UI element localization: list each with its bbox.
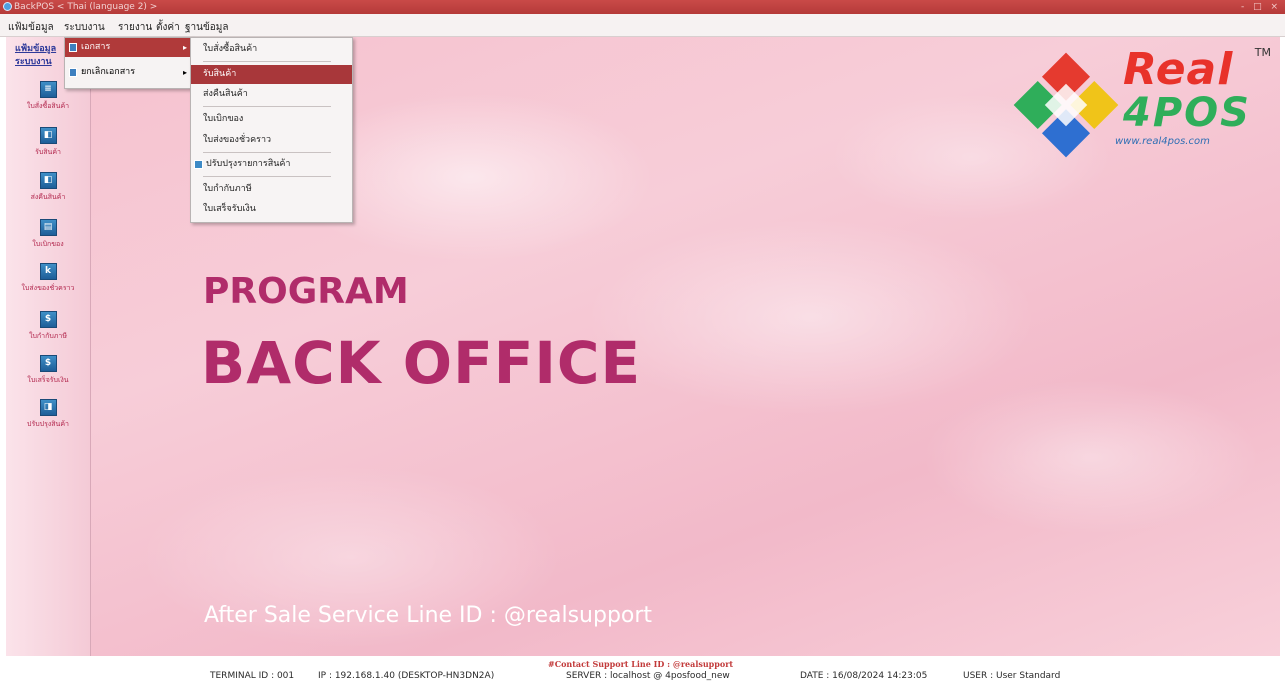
menu-item-cancel-documents[interactable]: ยกเลิกเอกสาร ▸ xyxy=(65,63,192,82)
contact-support-text: #Contact Support Line ID : @realsupport xyxy=(548,659,734,669)
chevron-right-icon: ▸ xyxy=(182,43,187,52)
menu-item-label: ใบส่งของชั่วคราว xyxy=(203,135,272,145)
status-bar: #Contact Support Line ID : @realsupport … xyxy=(0,656,1285,681)
adjust-stock-icon xyxy=(194,160,203,169)
requisition-icon: ▤ xyxy=(39,219,57,236)
service-line-text: After Sale Service Line ID : @realsuppor… xyxy=(204,603,653,628)
status-server: SERVER : localhost @ 4posfood_new xyxy=(566,671,730,681)
shortcut-requisition[interactable]: ▤ ใบเบิกของ xyxy=(6,219,90,261)
logo-text-4pos: 4POS xyxy=(1123,90,1251,136)
menu-item-tax-invoice[interactable]: ใบกำกับภาษี xyxy=(191,180,352,199)
status-user: USER : User Standard xyxy=(963,671,1061,681)
heading-program: PROGRAM xyxy=(203,271,409,312)
shortcut-label: ใบสั่งซื้อสินค้า xyxy=(26,102,70,110)
menu-item-documents[interactable]: เอกสาร ▸ xyxy=(65,38,192,57)
shortcut-label: ใบส่งของชั่วคราว xyxy=(21,284,75,292)
menu-separator xyxy=(203,152,331,153)
menu-separator xyxy=(203,61,331,62)
shortcut-tax-invoice[interactable]: $ ใบกำกับภาษี xyxy=(6,311,90,353)
menu-item-label: ยกเลิกเอกสาร xyxy=(81,67,136,77)
real4pos-logo: Real 4POS www.real4pos.com TM xyxy=(1011,42,1271,162)
shortcut-receipt[interactable]: $ ใบเสร็จรับเงิน xyxy=(6,355,90,397)
panel-header-file[interactable]: แฟ้มข้อมูล xyxy=(15,41,56,55)
menu-item-label: รับสินค้า xyxy=(203,69,237,79)
menu-item-label: ใบเบิกของ xyxy=(203,114,244,124)
menu-item-requisition[interactable]: ใบเบิกของ xyxy=(191,110,352,129)
menu-item-label: ใบกำกับภาษี xyxy=(203,184,252,194)
menu-item-return-goods[interactable]: ส่งคืนสินค้า xyxy=(191,85,352,104)
document-icon: ≡ xyxy=(39,81,57,98)
submenu-documents: ใบสั่งซื้อสินค้า รับสินค้า ส่งคืนสินค้า … xyxy=(190,37,353,223)
menu-bar: แฟ้มข้อมูล ระบบงาน รายงาน ตั้งค่า ฐานข้อ… xyxy=(0,14,1285,37)
menu-settings[interactable]: ตั้งค่า xyxy=(156,20,180,35)
menu-item-adjust-stock-list[interactable]: ปรับปรุงรายการสินค้า xyxy=(191,155,352,174)
menu-item-label: ปรับปรุงรายการสินค้า xyxy=(206,159,291,169)
status-terminal: TERMINAL ID : 001 xyxy=(210,671,295,681)
menu-separator xyxy=(203,106,331,107)
chevron-right-icon: ▸ xyxy=(182,68,187,77)
shortcut-panel: แฟ้มข้อมูล ระบบงาน ≡ ใบสั่งซื้อสินค้า ◧ … xyxy=(6,37,91,656)
receipt-icon: $ xyxy=(39,355,57,372)
shortcut-label: ส่งคืนสินค้า xyxy=(30,193,66,201)
shortcut-label: ใบกำกับภาษี xyxy=(29,332,67,340)
logo-diamond-icon xyxy=(1013,52,1119,158)
tax-invoice-icon: $ xyxy=(39,311,57,328)
menu-file[interactable]: แฟ้มข้อมูล xyxy=(8,20,54,35)
document-icon xyxy=(69,68,77,77)
menu-item-label: เอกสาร xyxy=(81,42,111,52)
shortcut-temporary-delivery[interactable]: k ใบส่งของชั่วคราว xyxy=(6,263,90,305)
submenu-system: เอกสาร ▸ ยกเลิกเอกสาร ▸ xyxy=(64,37,193,89)
return-goods-icon: ◧ xyxy=(39,172,57,189)
trademark: TM xyxy=(1254,46,1271,59)
menu-item-temporary-delivery[interactable]: ใบส่งของชั่วคราว xyxy=(191,131,352,150)
menu-item-receive-goods[interactable]: รับสินค้า xyxy=(191,65,352,84)
status-date: DATE : 16/08/2024 14:23:05 xyxy=(800,671,928,681)
temporary-delivery-icon: k xyxy=(39,263,57,280)
menu-system[interactable]: ระบบงาน xyxy=(64,20,105,35)
shortcut-return-goods[interactable]: ◧ ส่งคืนสินค้า xyxy=(6,172,90,214)
logo-url: www.real4pos.com xyxy=(1115,136,1210,147)
shortcut-adjust-stock[interactable]: ◨ ปรับปรุงสินค้า xyxy=(6,399,90,441)
menu-report[interactable]: รายงาน xyxy=(118,20,152,35)
shortcut-receive-goods[interactable]: ◧ รับสินค้า xyxy=(6,127,90,169)
menu-separator xyxy=(203,176,331,177)
document-icon xyxy=(69,43,77,52)
window-title: BackPOS < Thai (language 2) > xyxy=(14,2,158,12)
menu-item-label: ส่งคืนสินค้า xyxy=(203,89,248,99)
receive-goods-icon: ◧ xyxy=(39,127,57,144)
window-controls[interactable]: - □ × xyxy=(1241,0,1281,14)
title-bar: BackPOS < Thai (language 2) > - □ × xyxy=(0,0,1285,14)
status-ip: IP : 192.168.1.40 (DESKTOP-HN3DN2A) xyxy=(318,671,495,681)
shortcut-label: รับสินค้า xyxy=(35,148,61,156)
menu-item-label: ใบเสร็จรับเงิน xyxy=(203,204,256,214)
heading-back-office: BACK OFFICE xyxy=(201,329,642,397)
logo-text-real: Real xyxy=(1123,44,1234,95)
shortcut-label: ปรับปรุงสินค้า xyxy=(27,420,69,428)
app-icon xyxy=(3,2,12,11)
shortcut-label: ใบเสร็จรับเงิน xyxy=(27,376,69,384)
menu-item-label: ใบสั่งซื้อสินค้า xyxy=(203,44,258,54)
menu-database[interactable]: ฐานข้อมูล xyxy=(185,20,229,35)
menu-item-receipt[interactable]: ใบเสร็จรับเงิน xyxy=(191,200,352,219)
panel-header-system[interactable]: ระบบงาน xyxy=(15,54,52,68)
adjust-stock-icon: ◨ xyxy=(39,399,57,416)
menu-item-purchase-order[interactable]: ใบสั่งซื้อสินค้า xyxy=(191,40,352,59)
shortcut-label: ใบเบิกของ xyxy=(32,240,64,248)
